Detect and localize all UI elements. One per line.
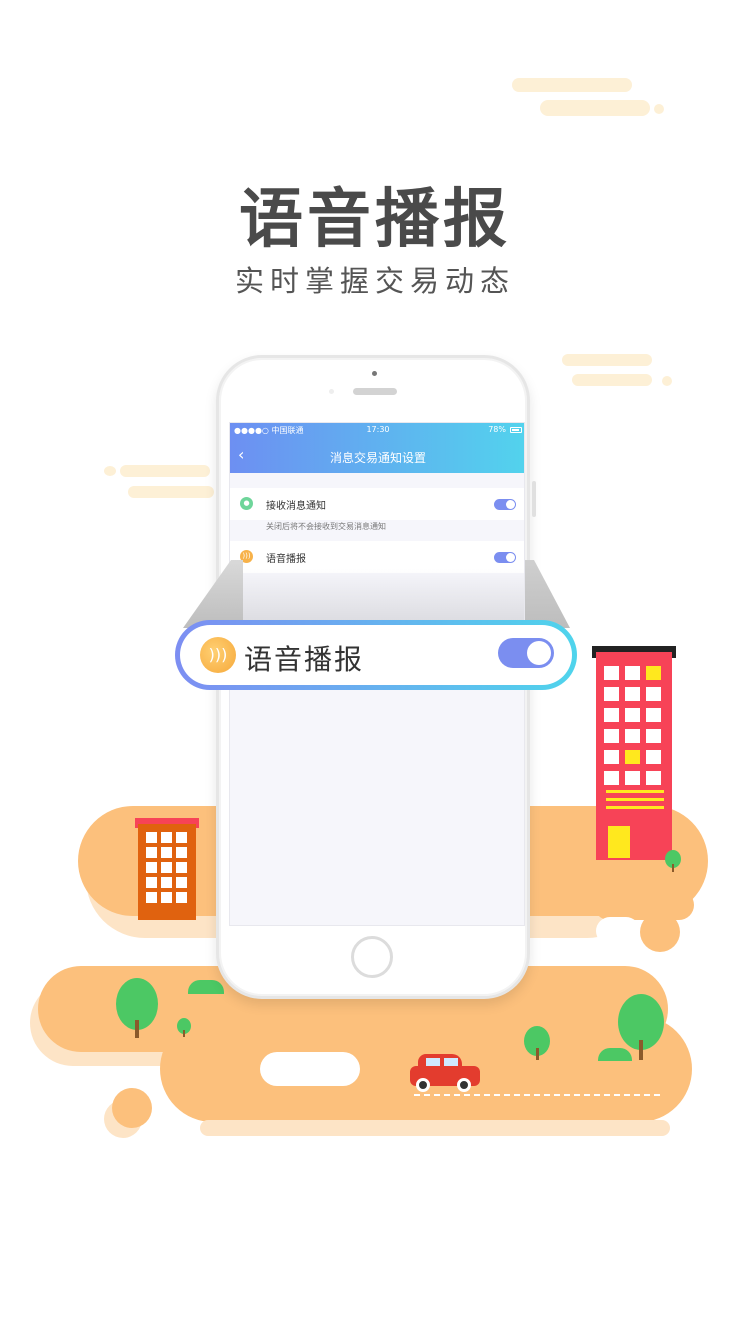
building-door [608,826,630,858]
chat-bubble-icon: ● [240,497,253,510]
phone-camera [372,371,377,376]
zoom-projection [525,560,570,628]
tree-trunk [639,1040,643,1060]
building-window [176,892,187,903]
building-window [176,877,187,888]
phone-side-button [532,481,536,517]
receive-notification-toggle[interactable] [494,499,516,510]
battery-icon [510,427,522,433]
building-window [176,847,187,858]
building-window [604,771,619,785]
building-window [176,862,187,873]
voice-broadcast-toggle-large[interactable] [498,638,554,668]
building-window [625,771,640,785]
building-window [146,862,157,873]
cloud-decoration [654,104,664,114]
callout-body: ))) 语音播报 [180,625,572,685]
voice-broadcast-callout: ))) 语音播报 [175,620,577,690]
setting-label: 语音播报 [266,554,306,565]
setting-hint: 关闭后将不会接收到交易消息通知 [266,522,386,531]
road-dashed-line [414,1094,660,1096]
building-window [646,750,661,764]
bush-icon [188,980,224,994]
cloud-decoration [662,376,672,386]
page-title: 语音播报 [239,182,511,257]
setting-label: 接收消息通知 [266,501,326,512]
tree-trunk [135,1020,139,1038]
building-window [646,687,661,701]
tree-trunk [183,1030,185,1037]
status-time: 17:30 [366,425,390,434]
building-window [161,832,172,843]
building-window [146,877,157,888]
building-window [625,666,640,680]
page-subtitle: 实时掌握交易动态 [234,264,515,298]
building-window [161,847,172,858]
cloud-decoration [120,465,210,477]
cloud-decoration [104,466,116,476]
building-window [161,862,172,873]
voice-broadcast-toggle[interactable] [494,552,516,563]
zoom-projection [183,560,243,628]
building-window [604,708,619,722]
building-window [146,892,157,903]
road-dot [112,1088,152,1128]
road-gap [260,1052,360,1086]
building-window [646,729,661,743]
road-shadow [200,1120,670,1136]
sound-wave-icon: ))) [200,637,236,673]
building-window [161,892,172,903]
building-window [161,877,172,888]
cloud-decoration [128,486,214,498]
nav-title: 消息交易通知设置 [329,451,426,465]
building-window [604,687,619,701]
building-window [176,832,187,843]
building-window [604,729,619,743]
nav-bar: ‹ 消息交易通知设置 [230,439,524,473]
building-window [646,708,661,722]
tree-trunk [672,864,674,872]
phone-speaker [353,388,397,395]
cloud-decoration [512,78,632,92]
tree-trunk [536,1048,539,1060]
building-window [646,771,661,785]
bush-icon [598,1048,632,1061]
phone-sensor [329,389,334,394]
callout-label: 语音播报 [244,643,365,676]
building-window [146,847,157,858]
status-bar: ●●●●○ 中国联通 17:30 78% [230,423,524,439]
building-stripe [606,790,664,793]
car-wheel [416,1078,430,1092]
car-wheel [457,1078,471,1092]
home-button[interactable] [351,936,393,978]
road-band [594,890,694,920]
building-window [646,666,661,680]
building-window [625,708,640,722]
building-stripe [606,798,664,801]
cloud-decoration [562,354,652,366]
building-stripe [606,806,664,809]
building-window [625,687,640,701]
cloud-decoration [540,100,650,116]
building-window [604,750,619,764]
building-window [625,729,640,743]
cloud-decoration [572,374,652,386]
building-window [625,750,640,764]
building-window [146,832,157,843]
battery-percent: 78% [488,425,506,434]
setting-row-receive-notification: ● 接收消息通知 [230,488,524,520]
building-window [604,666,619,680]
road-gap [596,917,640,945]
